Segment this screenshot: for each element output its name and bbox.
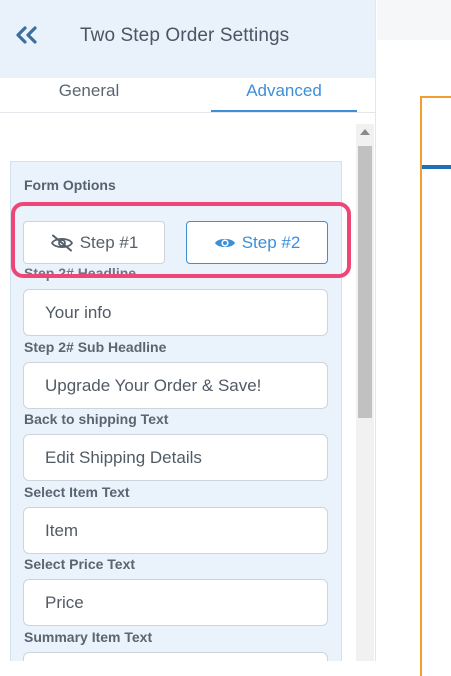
preview-toolbar xyxy=(377,0,451,40)
scroll-up-arrow-icon[interactable] xyxy=(360,129,370,135)
preview-progress-bar xyxy=(422,165,451,169)
step2-button[interactable]: Step #2 xyxy=(186,221,328,264)
step2-label: Step #2 xyxy=(241,232,301,252)
tab-bar: General Advanced xyxy=(0,78,375,113)
back-to-shipping-label: Back to shipping Text xyxy=(24,411,169,427)
tab-general[interactable]: General xyxy=(0,78,178,112)
section-title: Form Options xyxy=(24,177,116,193)
summary-item-label: Summary Item Text xyxy=(24,629,153,645)
step2-subheadline-input[interactable]: Upgrade Your Order & Save! xyxy=(23,362,328,409)
page-title: Two Step Order Settings xyxy=(80,25,290,46)
vertical-scrollbar[interactable] xyxy=(356,124,374,661)
select-price-label: Select Price Text xyxy=(24,556,136,572)
step2-headline-label: Step 2# Headline xyxy=(24,265,137,281)
back-button[interactable] xyxy=(14,24,40,46)
summary-item-input[interactable] xyxy=(23,652,328,661)
eye-slash-icon xyxy=(50,234,73,251)
back-to-shipping-input[interactable]: Edit Shipping Details xyxy=(23,434,328,481)
tab-advanced[interactable]: Advanced xyxy=(211,78,357,112)
step2-headline-input[interactable]: Your info xyxy=(23,289,328,336)
step1-button[interactable]: Step #1 xyxy=(23,221,165,264)
select-price-input[interactable]: Price xyxy=(23,579,328,626)
eye-icon xyxy=(214,238,235,247)
preview-frame xyxy=(420,96,451,676)
settings-panel: Two Step Order Settings General Advanced… xyxy=(0,0,376,661)
select-item-label: Select Item Text xyxy=(24,484,130,500)
select-item-input[interactable]: Item xyxy=(23,507,328,554)
panel-header: Two Step Order Settings xyxy=(0,0,375,78)
step2-subheadline-label: Step 2# Sub Headline xyxy=(24,339,167,355)
double-chevron-left-icon xyxy=(16,26,37,44)
scrollbar-thumb[interactable] xyxy=(358,146,372,418)
step1-label: Step #1 xyxy=(79,232,139,252)
